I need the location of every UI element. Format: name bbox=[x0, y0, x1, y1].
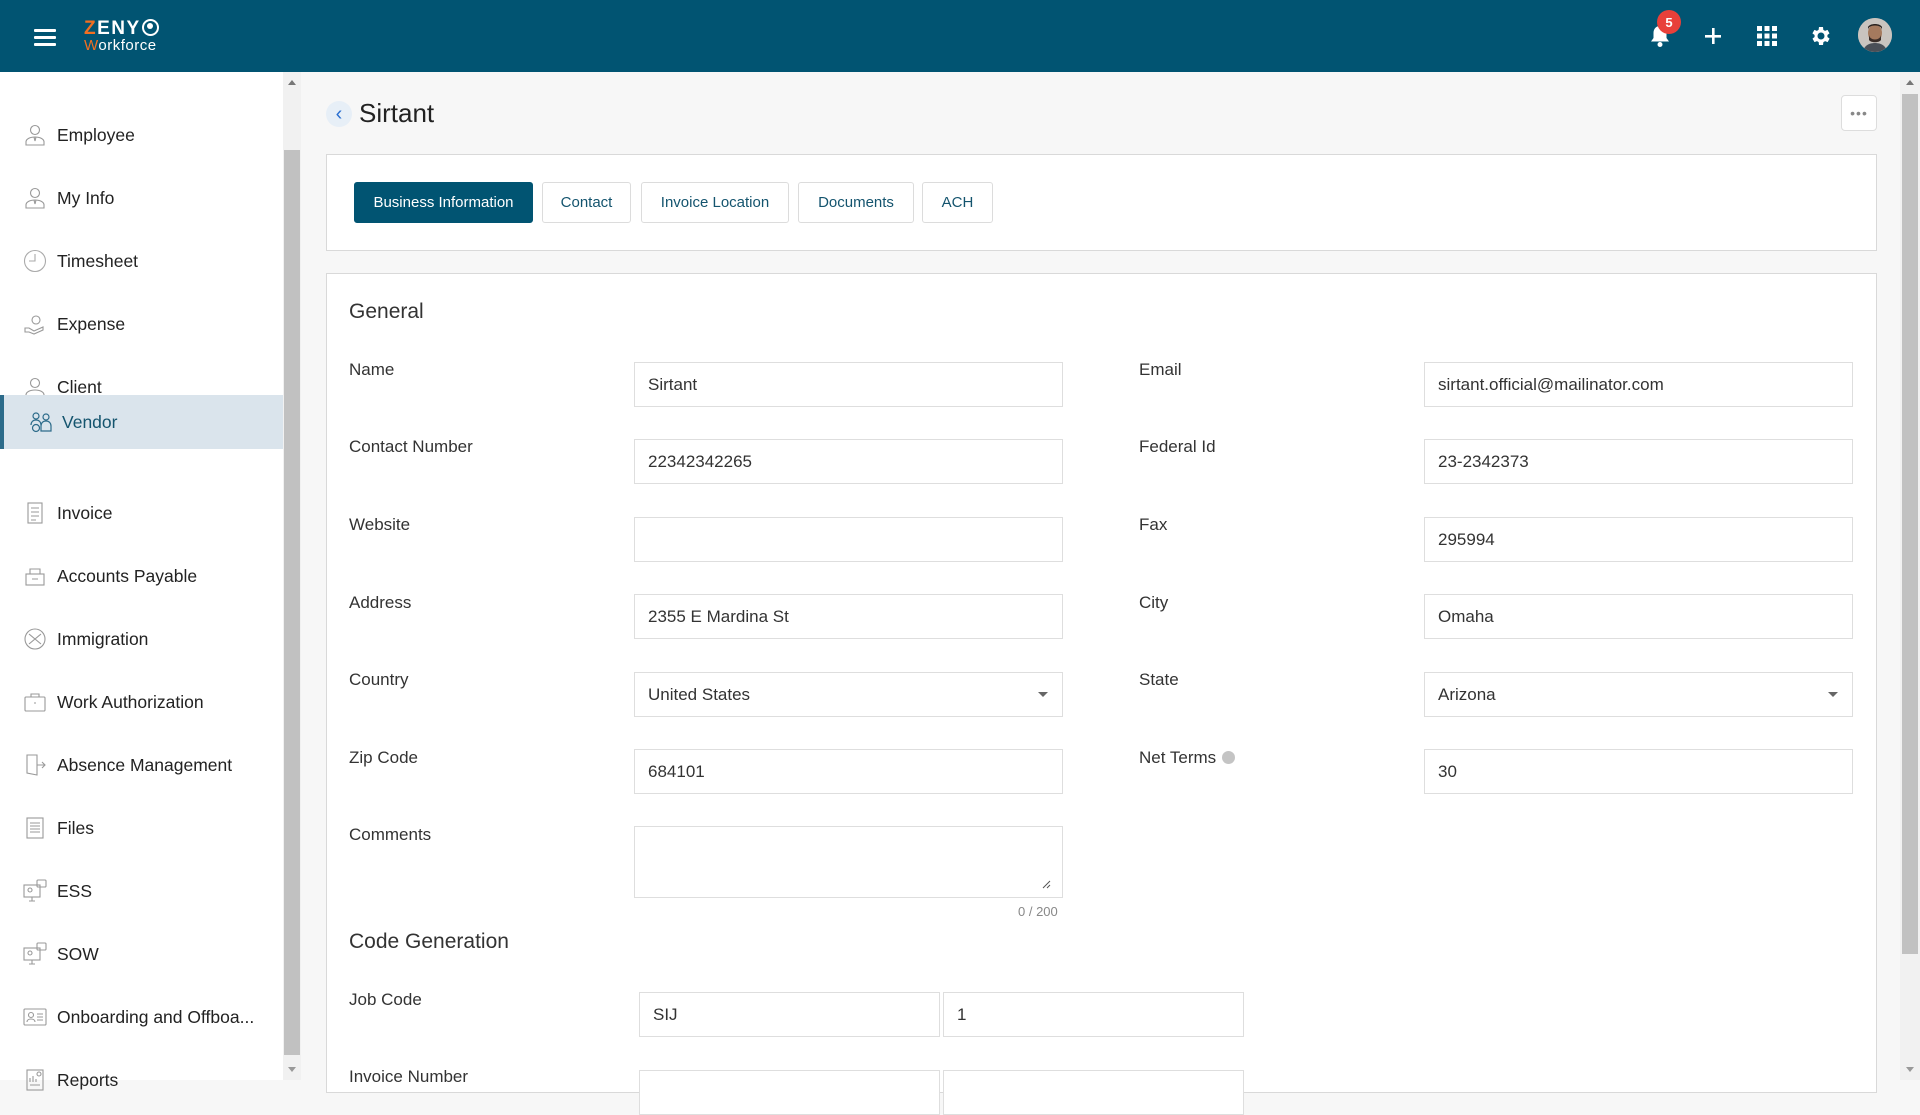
sidebar-item-employee[interactable]: Employee bbox=[0, 108, 283, 162]
tab-documents[interactable]: Documents bbox=[798, 182, 914, 223]
absence-door-icon bbox=[26, 754, 46, 776]
sidebar-item-my-info[interactable]: My Info bbox=[0, 171, 283, 225]
name-input[interactable]: Sirtant bbox=[634, 362, 1063, 407]
scroll-down-arrow-icon[interactable] bbox=[288, 1067, 296, 1072]
back-button[interactable]: ‹ bbox=[326, 101, 352, 127]
tab-ach[interactable]: ACH bbox=[922, 182, 993, 223]
zip-code-input[interactable]: 684101 bbox=[634, 749, 1063, 794]
fax-label: Fax bbox=[1139, 515, 1168, 534]
section-general-heading: General bbox=[349, 300, 424, 323]
net-terms-input[interactable]: 30 bbox=[1424, 749, 1853, 794]
invoice-number-prefix-input[interactable] bbox=[639, 1070, 940, 1115]
accounts-payable-icon bbox=[25, 568, 45, 586]
expense-icon bbox=[24, 315, 44, 335]
resize-handle-icon[interactable] bbox=[1041, 879, 1051, 889]
sidebar-item-ess[interactable]: ESS bbox=[0, 864, 283, 918]
federal-id-label: Federal Id bbox=[1139, 437, 1216, 456]
tab-contact[interactable]: Contact bbox=[542, 182, 631, 223]
work-authorization-icon bbox=[24, 693, 46, 712]
sidebar-item-work-authorization[interactable]: Work Authorization bbox=[0, 675, 283, 729]
city-input[interactable]: Omaha bbox=[1424, 594, 1853, 639]
ellipsis-icon: ••• bbox=[1850, 105, 1868, 121]
address-label: Address bbox=[349, 593, 412, 612]
sidebar-item-sow[interactable]: SOW bbox=[0, 927, 283, 981]
country-select[interactable]: United States bbox=[634, 672, 1063, 717]
fax-input[interactable]: 295994 bbox=[1424, 517, 1853, 562]
comments-char-counter: 0 / 200 bbox=[1018, 904, 1058, 919]
section-code-generation-heading: Code Generation bbox=[349, 930, 509, 953]
vendor-icon bbox=[30, 412, 52, 433]
settings-gear-icon[interactable] bbox=[1805, 20, 1837, 52]
comments-label: Comments bbox=[349, 825, 432, 844]
tab-invoice-location[interactable]: Invoice Location bbox=[641, 182, 789, 223]
dropdown-caret-icon bbox=[1038, 692, 1048, 697]
tab-business-information[interactable]: Business Information bbox=[354, 182, 533, 223]
sidebar-item-reports[interactable]: Reports bbox=[0, 1053, 283, 1107]
sow-icon bbox=[23, 942, 47, 965]
files-icon bbox=[26, 817, 44, 839]
immigration-icon bbox=[24, 628, 46, 650]
city-label: City bbox=[1139, 593, 1169, 612]
sidebar-item-expense[interactable]: Expense bbox=[0, 297, 283, 351]
scroll-down-arrow-icon[interactable] bbox=[1906, 1067, 1914, 1072]
notification-count-badge: 5 bbox=[1657, 10, 1681, 34]
page-title: Sirtant bbox=[359, 98, 435, 128]
apps-grid-icon[interactable] bbox=[1751, 20, 1783, 52]
contact-number-input[interactable]: 22342342265 bbox=[634, 439, 1063, 484]
sidebar-item-accounts-payable[interactable]: Accounts Payable bbox=[0, 549, 283, 603]
employee-icon bbox=[25, 124, 45, 146]
sidebar-scroll-thumb[interactable] bbox=[284, 150, 300, 1055]
country-label: Country bbox=[349, 670, 409, 689]
sidebar-item-absence-management[interactable]: Absence Management bbox=[0, 738, 283, 792]
job-code-label: Job Code bbox=[349, 990, 422, 1009]
sidebar-item-vendor[interactable]: Vendor bbox=[0, 395, 283, 449]
logo-ring-icon bbox=[141, 19, 159, 36]
sidebar-item-files[interactable]: Files bbox=[0, 801, 283, 855]
name-label: Name bbox=[349, 360, 395, 379]
more-options-button[interactable]: ••• bbox=[1841, 95, 1877, 131]
job-code-prefix-input[interactable]: SIJ bbox=[639, 992, 940, 1037]
email-input[interactable]: sirtant.official@mailinator.com bbox=[1424, 362, 1853, 407]
sidebar-item-invoice[interactable]: Invoice bbox=[0, 486, 283, 540]
dropdown-caret-icon bbox=[1828, 692, 1838, 697]
comments-textarea[interactable] bbox=[634, 826, 1063, 898]
user-avatar[interactable] bbox=[1858, 18, 1892, 52]
page-scroll-thumb[interactable] bbox=[1902, 94, 1918, 954]
ess-icon bbox=[23, 879, 47, 902]
net-terms-label: Net Terms bbox=[1139, 748, 1236, 768]
top-bar: ZENY Workforce 5 bbox=[0, 0, 1920, 72]
chevron-left-icon: ‹ bbox=[335, 102, 343, 125]
clock-icon bbox=[23, 249, 47, 273]
email-label: Email bbox=[1139, 360, 1182, 379]
reports-icon bbox=[26, 1069, 44, 1091]
state-select[interactable]: Arizona bbox=[1424, 672, 1853, 717]
sidebar-item-onboarding[interactable]: Onboarding and Offboa... bbox=[0, 990, 283, 1044]
zenyo-workforce-logo[interactable]: ZENY Workforce bbox=[84, 19, 159, 53]
info-icon[interactable] bbox=[1222, 751, 1236, 764]
my-info-icon bbox=[25, 187, 45, 209]
sidebar-item-timesheet[interactable]: Timesheet bbox=[0, 234, 283, 288]
invoice-number-label: Invoice Number bbox=[349, 1067, 469, 1086]
scroll-up-arrow-icon[interactable] bbox=[288, 80, 296, 85]
add-plus-icon[interactable] bbox=[1697, 20, 1729, 52]
invoice-icon bbox=[27, 502, 43, 524]
address-input[interactable]: 2355 E Mardina St bbox=[634, 594, 1063, 639]
sidebar-nav: Employee My Info Timesheet Expense Clien… bbox=[0, 72, 283, 1091]
page-scrollbar[interactable] bbox=[1900, 72, 1920, 1080]
hamburger-menu-icon[interactable] bbox=[34, 29, 56, 46]
onboarding-id-card-icon bbox=[23, 1008, 47, 1026]
invoice-number-number-input[interactable] bbox=[943, 1070, 1244, 1115]
contact-number-label: Contact Number bbox=[349, 437, 473, 456]
scroll-up-arrow-icon[interactable] bbox=[1906, 80, 1914, 85]
state-label: State bbox=[1139, 670, 1179, 689]
job-code-number-input[interactable]: 1 bbox=[943, 992, 1244, 1037]
federal-id-input[interactable]: 23-2342373 bbox=[1424, 439, 1853, 484]
website-label: Website bbox=[349, 515, 411, 534]
zip-code-label: Zip Code bbox=[349, 748, 418, 767]
website-input[interactable] bbox=[634, 517, 1063, 562]
sidebar-item-immigration[interactable]: Immigration bbox=[0, 612, 283, 666]
sidebar-scrollbar[interactable] bbox=[283, 72, 301, 1080]
